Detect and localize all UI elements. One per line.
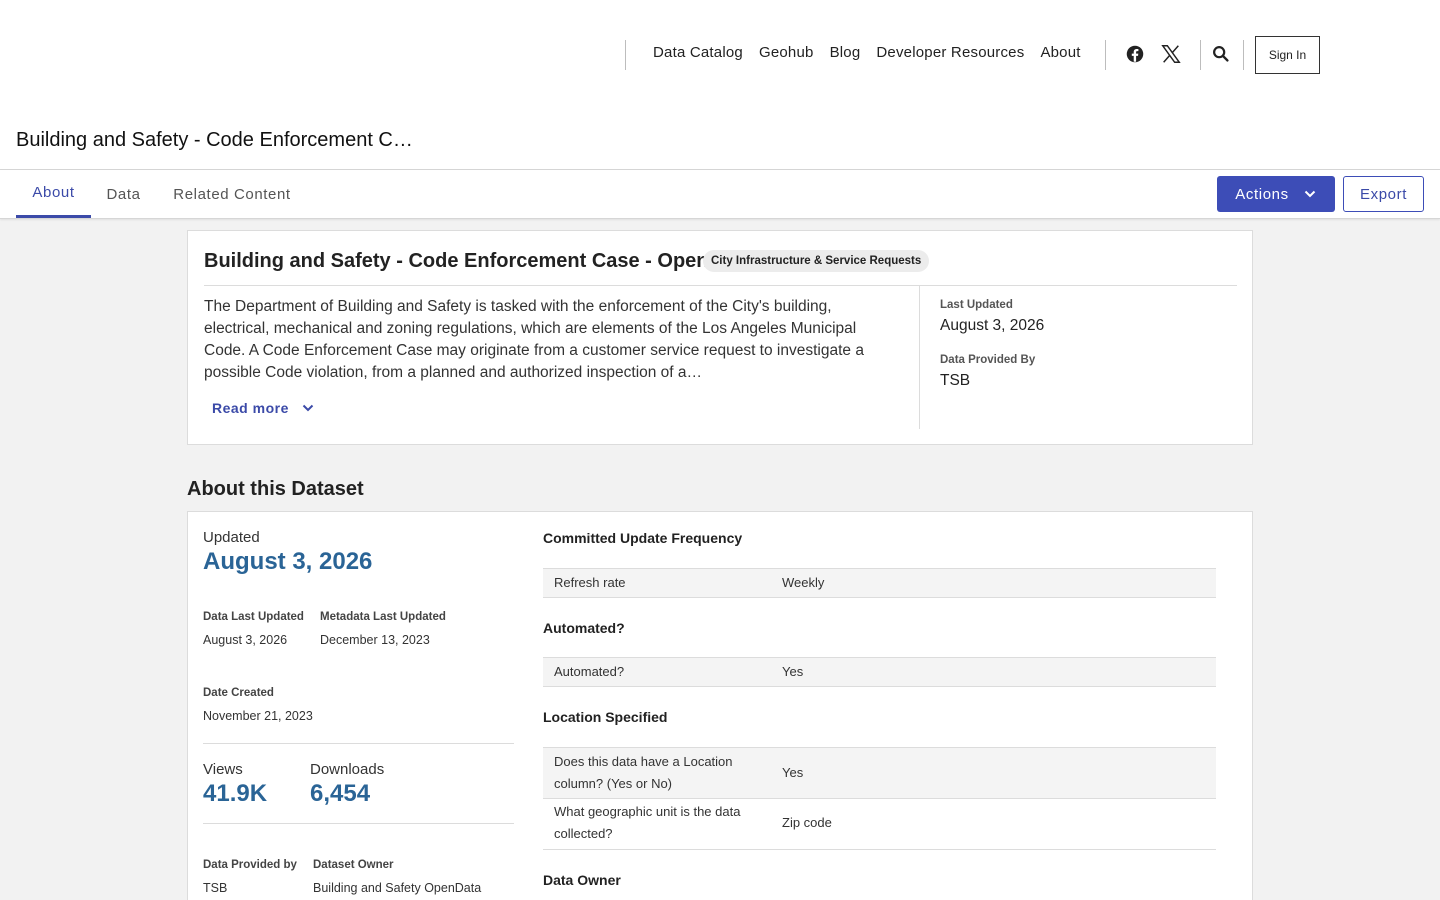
row-value: Weekly xyxy=(782,575,825,590)
nav-link-about[interactable]: About xyxy=(1040,44,1080,61)
data-last-updated-label: Data Last Updated xyxy=(203,611,304,623)
nav-divider xyxy=(1200,40,1201,70)
section-heading: About this Dataset xyxy=(187,478,364,500)
x-twitter-icon[interactable] xyxy=(1160,43,1182,65)
divider xyxy=(204,285,1237,286)
tab-data[interactable]: Data xyxy=(91,170,156,218)
nav-divider xyxy=(1243,40,1244,70)
date-created-value: November 21, 2023 xyxy=(203,709,313,723)
metadata-last-updated-label: Metadata Last Updated xyxy=(320,611,446,623)
about-dataset-card: Updated August 3, 2026 Data Last Updated… xyxy=(187,511,1253,900)
chevron-down-icon xyxy=(302,404,314,412)
nav-link-developer-resources[interactable]: Developer Resources xyxy=(876,44,1024,61)
table-row: Refresh rate Weekly xyxy=(543,568,1216,598)
row-key: What geographic unit is the data collect… xyxy=(554,804,741,841)
location-heading: Location Specified xyxy=(543,709,668,725)
tab-related-content[interactable]: Related Content xyxy=(156,170,308,218)
table-row: Automated? Yes xyxy=(543,657,1216,687)
export-button[interactable]: Export xyxy=(1343,176,1424,212)
table-row: Does this data have a Location column? (… xyxy=(543,747,1216,799)
row-value: Zip code xyxy=(782,815,832,830)
row-value: Yes xyxy=(782,664,804,679)
provided-by-label: Data Provided By xyxy=(940,354,1036,366)
nav-links: Data Catalog Geohub Blog Developer Resou… xyxy=(653,44,1081,61)
data-provided-by-label: Data Provided by xyxy=(203,859,297,871)
data-provided-by-value: TSB xyxy=(203,881,228,895)
nav-link-data-catalog[interactable]: Data Catalog xyxy=(653,44,743,61)
search-icon[interactable] xyxy=(1210,43,1232,65)
page-title: Building and Safety - Code Enforcement C… xyxy=(16,129,416,151)
facebook-icon[interactable] xyxy=(1124,43,1146,65)
automated-heading: Automated? xyxy=(543,620,625,636)
table-row: What geographic unit is the data collect… xyxy=(543,798,1216,850)
nav-divider xyxy=(1105,40,1106,70)
sign-in-button[interactable]: Sign In xyxy=(1255,36,1320,74)
top-nav: Data Catalog Geohub Blog Developer Resou… xyxy=(0,0,1440,110)
dataset-title: Building and Safety - Code Enforcement C… xyxy=(204,250,742,272)
downloads-value: 6,454 xyxy=(310,780,371,807)
downloads-label: Downloads xyxy=(310,761,385,778)
actions-label: Actions xyxy=(1235,185,1289,203)
row-key: Automated? xyxy=(554,664,625,679)
row-key: Refresh rate xyxy=(554,575,626,590)
data-owner-heading: Data Owner xyxy=(543,872,621,888)
title-row: Building and Safety - Code Enforcement C… xyxy=(0,110,1440,170)
tab-bar: About Data Related Content Actions Expor… xyxy=(0,170,1440,219)
divider xyxy=(203,823,514,824)
tab-about[interactable]: About xyxy=(16,170,91,218)
metadata-last-updated-value: December 13, 2023 xyxy=(320,633,430,647)
provided-by-value: TSB xyxy=(940,372,971,389)
date-created-label: Date Created xyxy=(203,687,274,699)
nav-divider xyxy=(625,40,626,70)
read-more-button[interactable]: Read more xyxy=(212,400,315,416)
row-value: Yes xyxy=(782,765,804,780)
nav-link-geohub[interactable]: Geohub xyxy=(759,44,814,61)
updated-value: August 3, 2026 xyxy=(203,548,373,575)
divider xyxy=(919,286,920,429)
divider xyxy=(203,743,514,744)
frequency-heading: Committed Update Frequency xyxy=(543,530,743,546)
last-updated-value: August 3, 2026 xyxy=(940,317,1045,334)
nav-link-blog[interactable]: Blog xyxy=(830,44,861,61)
chevron-down-icon xyxy=(1304,190,1315,198)
updated-label: Updated xyxy=(203,529,260,546)
dataset-description: The Department of Building and Safety is… xyxy=(204,298,864,381)
dataset-owner-label: Dataset Owner xyxy=(313,859,394,871)
summary-card: Building and Safety - Code Enforcement C… xyxy=(187,230,1253,445)
last-updated-label: Last Updated xyxy=(940,299,1013,311)
row-key: Does this data have a Location column? (… xyxy=(554,754,733,791)
data-last-updated-value: August 3, 2026 xyxy=(203,633,288,647)
views-label: Views xyxy=(203,761,243,778)
dataset-owner-value[interactable]: Building and Safety OpenData xyxy=(313,881,481,895)
views-value: 41.9K xyxy=(203,780,268,807)
category-tag[interactable]: City Infrastructure & Service Requests xyxy=(703,250,930,272)
read-more-label: Read more xyxy=(212,400,289,416)
actions-button[interactable]: Actions xyxy=(1217,176,1335,212)
